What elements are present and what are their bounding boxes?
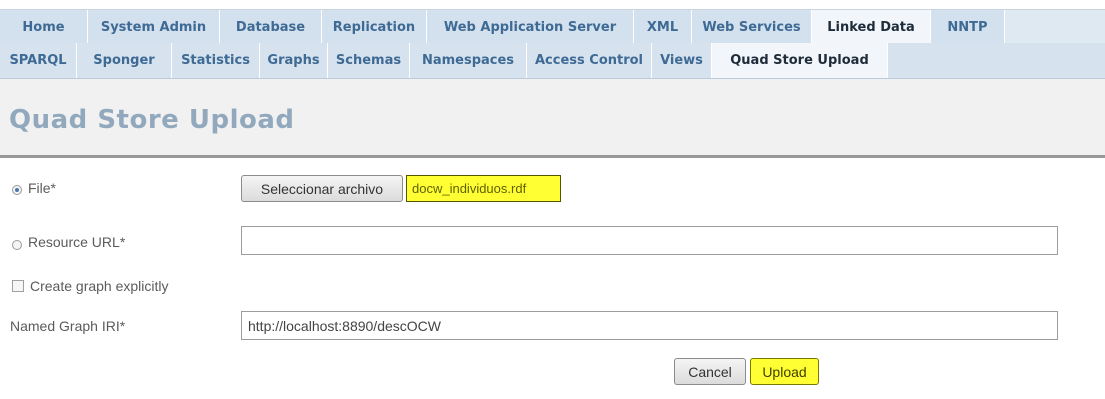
file-label: File* [28, 180, 57, 196]
upload-button[interactable]: Upload [750, 358, 819, 385]
tab-sparql[interactable]: SPARQL [0, 43, 77, 78]
tab-namespaces[interactable]: Namespaces [410, 43, 527, 78]
tab-quad-store-upload[interactable]: Quad Store Upload [712, 43, 888, 78]
primary-tab-bar: Home System Admin Database Replication W… [0, 9, 1105, 45]
tab-statistics[interactable]: Statistics [172, 43, 260, 78]
tab-schemas[interactable]: Schemas [328, 43, 410, 78]
choose-file-button[interactable]: Seleccionar archivo [241, 175, 403, 202]
upload-form: File* Seleccionar archivo docw_individuo… [0, 158, 1105, 399]
named-graph-label: Named Graph IRI* [10, 318, 126, 334]
tab-system-admin[interactable]: System Admin [88, 10, 220, 45]
tab-graphs[interactable]: Graphs [260, 43, 328, 78]
resource-url-label: Resource URL* [28, 234, 126, 250]
tab-web-application-server[interactable]: Web Application Server [427, 10, 634, 45]
page-title: Quad Store Upload [9, 105, 295, 135]
file-radio[interactable] [12, 185, 22, 195]
page-header: Quad Store Upload [0, 79, 1105, 158]
tab-nntp[interactable]: NNTP [931, 10, 1005, 45]
tab-views[interactable]: Views [652, 43, 712, 78]
tab-replication[interactable]: Replication [322, 10, 427, 45]
tab-linked-data[interactable]: Linked Data [812, 10, 931, 45]
tab-web-services[interactable]: Web Services [692, 10, 812, 45]
cancel-button[interactable]: Cancel [674, 358, 746, 385]
secondary-tab-bar: SPARQL Sponger Statistics Graphs Schemas… [0, 43, 1105, 79]
selected-filename: docw_individuos.rdf [406, 175, 561, 202]
tab-home[interactable]: Home [0, 10, 88, 45]
tab-access-control[interactable]: Access Control [527, 43, 652, 78]
tab-xml[interactable]: XML [634, 10, 692, 45]
resource-url-input[interactable] [241, 226, 1058, 255]
create-graph-label: Create graph explicitly [30, 278, 169, 294]
create-graph-checkbox[interactable] [12, 280, 24, 292]
resource-url-radio[interactable] [12, 240, 22, 250]
named-graph-input[interactable] [241, 311, 1058, 340]
tab-database[interactable]: Database [220, 10, 322, 45]
tab-sponger[interactable]: Sponger [77, 43, 172, 78]
